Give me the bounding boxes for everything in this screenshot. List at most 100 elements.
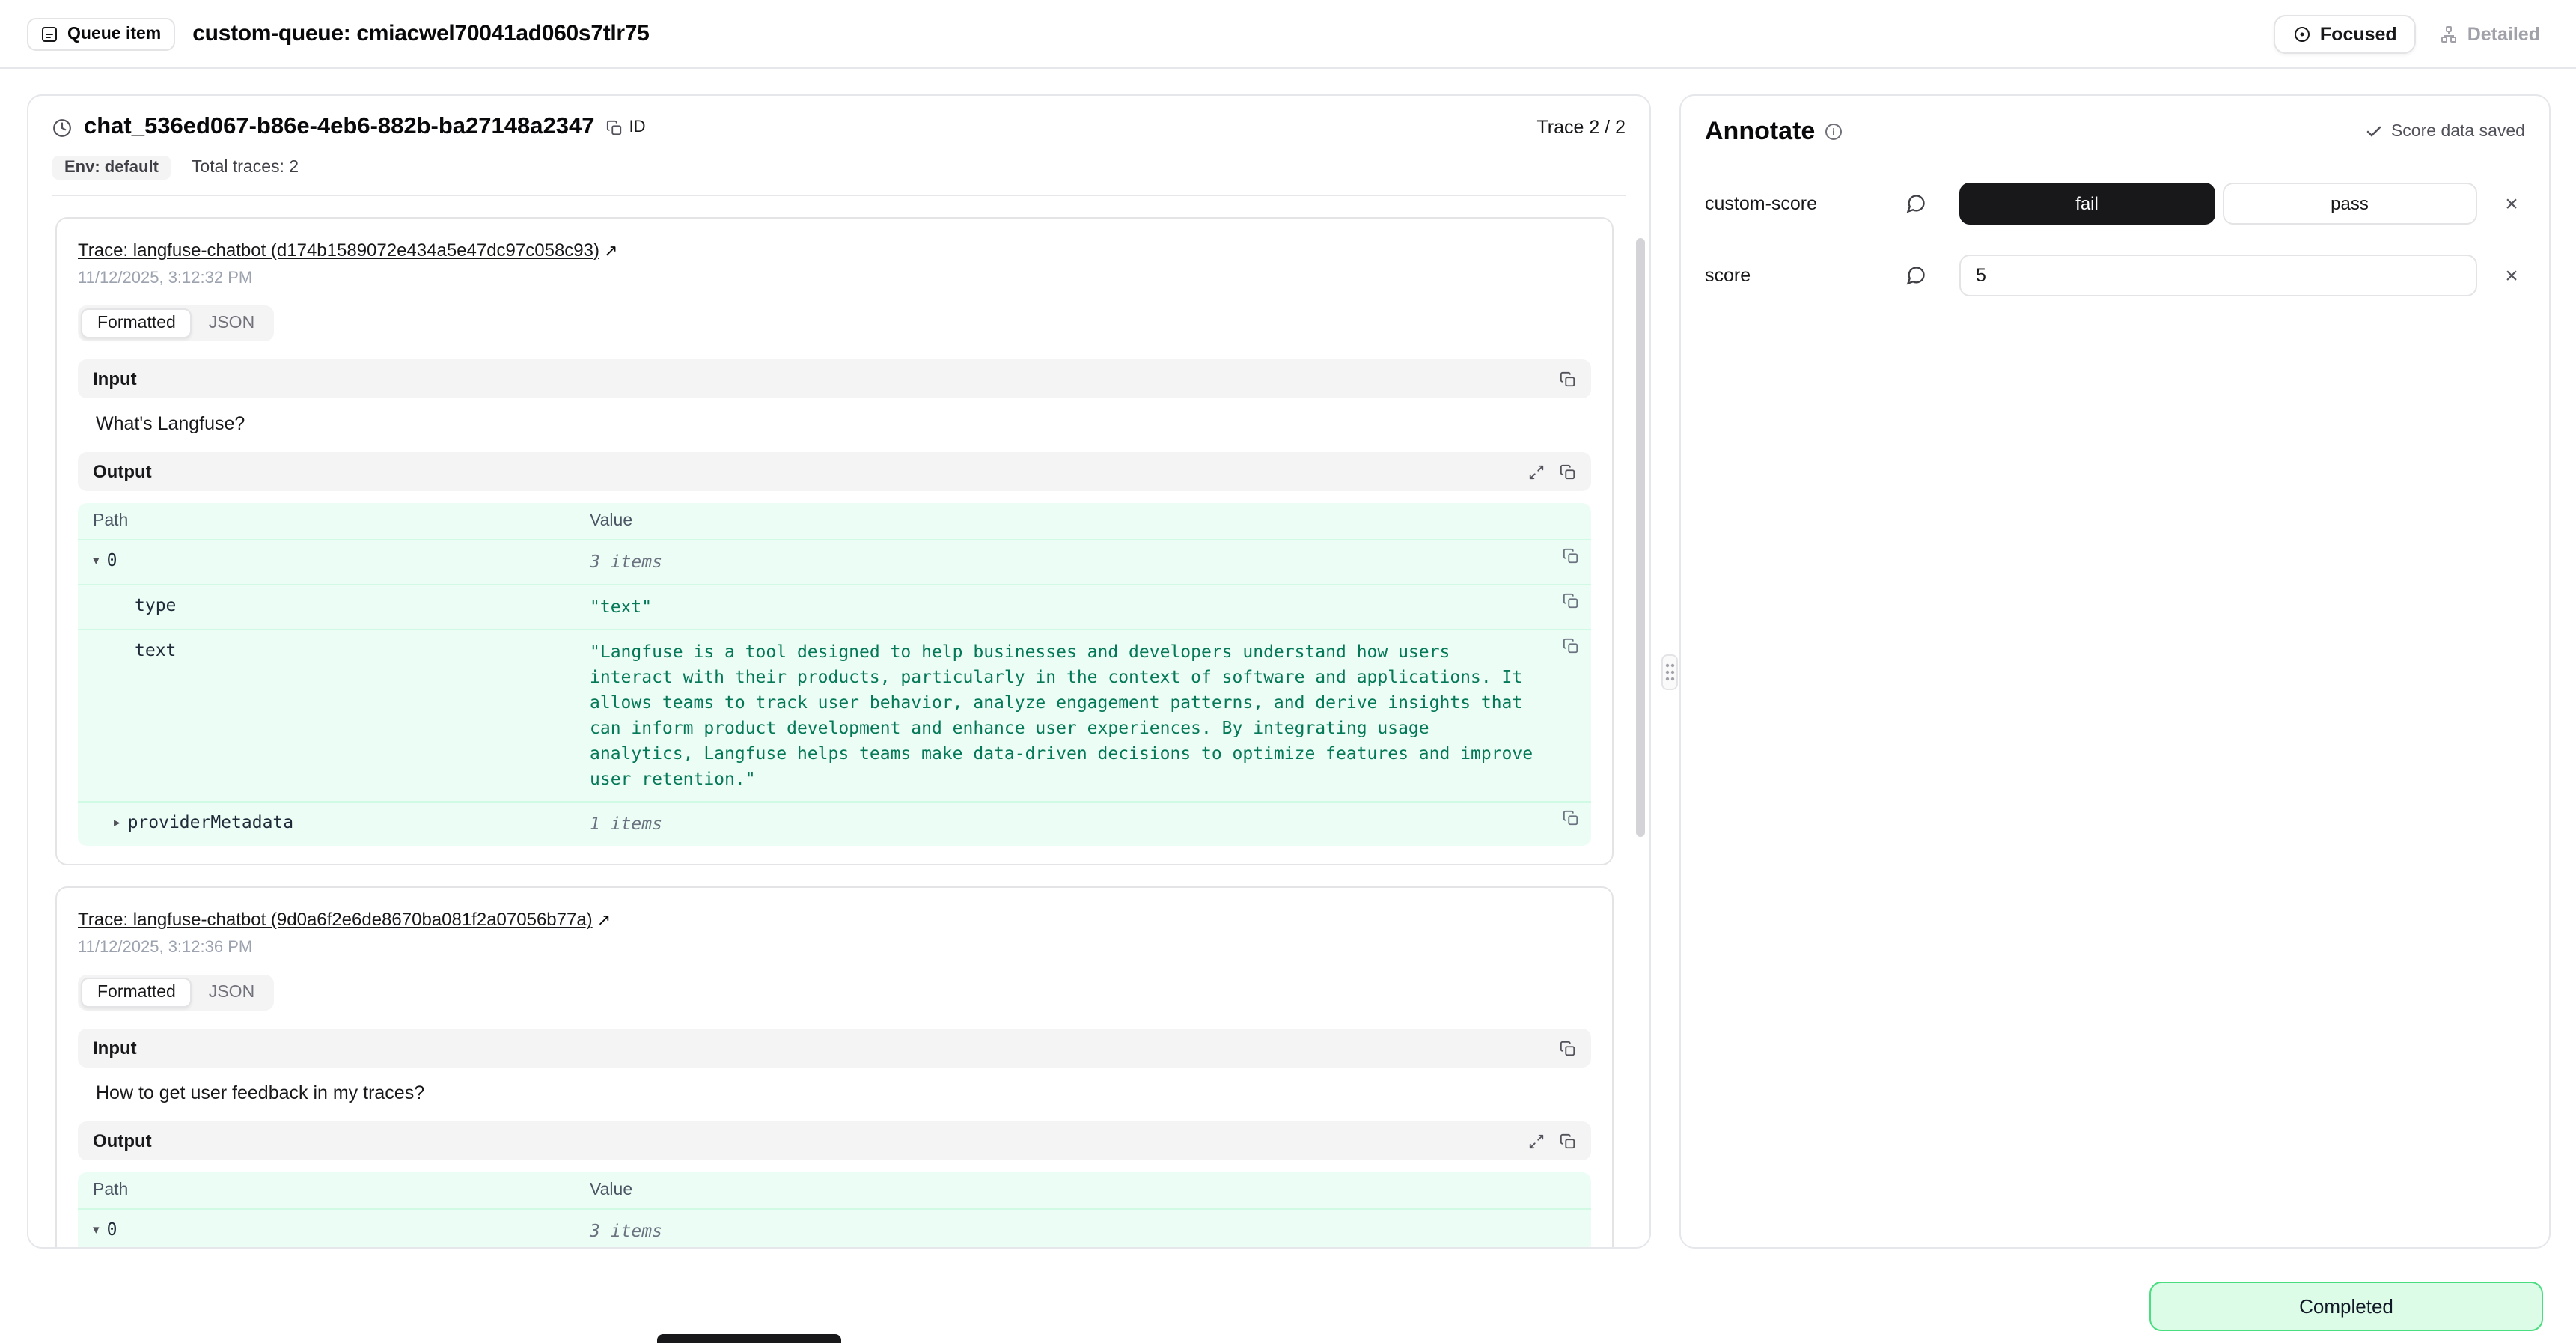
path-column-header: Path — [78, 503, 575, 539]
trace-scroll-area[interactable]: Trace: langfuse-chatbot (d174b1589072e43… — [28, 196, 1649, 1247]
vertical-scrollbar-thumb[interactable] — [1636, 238, 1645, 837]
output-json-table: Path Value ▾ 0 3 items — [78, 1172, 1591, 1247]
output-section-header: Output — [78, 1121, 1591, 1160]
json-row: ▾ 0 3 items — [78, 540, 1591, 585]
input-text: What's Langfuse? — [78, 398, 1591, 449]
value-column-header: Value — [575, 1172, 647, 1208]
json-value: 3 items — [575, 540, 1591, 584]
input-label: Input — [93, 368, 137, 389]
output-label: Output — [93, 461, 152, 482]
focused-view-label: Focused — [2320, 23, 2397, 44]
remove-score-button[interactable]: × — [2498, 192, 2525, 215]
external-link-icon: ↗ — [604, 241, 617, 261]
json-value: 3 items — [575, 1210, 1591, 1247]
chevron-down-icon[interactable]: ▾ — [93, 549, 100, 570]
output-json-table: Path Value ▾0 3 items type "text" te — [78, 503, 1591, 846]
view-toggle: Focused Detailed — [2274, 14, 2549, 53]
trace-card: Trace: langfuse-chatbot (d174b1589072e43… — [55, 217, 1614, 865]
grip-dots-icon — [1664, 662, 1675, 683]
tab-json[interactable]: JSON — [192, 978, 271, 1008]
completed-button[interactable]: Completed — [2149, 1282, 2543, 1331]
focused-view-button[interactable]: Focused — [2274, 14, 2417, 53]
input-section-header: Input — [78, 1029, 1591, 1068]
score-label: score — [1705, 265, 1905, 286]
panel-resize-handle[interactable] — [1661, 654, 1678, 690]
copy-row-button[interactable] — [1563, 593, 1579, 609]
score-row: custom-score fail pass × — [1705, 183, 2525, 225]
output-section-header: Output — [78, 452, 1591, 491]
save-status-label: Score data saved — [2391, 123, 2525, 141]
score-value-input[interactable] — [1959, 255, 2477, 296]
score-option-pass[interactable]: pass — [2222, 183, 2477, 225]
score-row: score × — [1705, 255, 2525, 296]
value-column-header: Value — [575, 503, 647, 539]
copy-id-button[interactable]: ID — [606, 118, 645, 136]
score-label: custom-score — [1705, 193, 1905, 214]
trace-panel: chat_536ed067-b86e-4eb6-882b-ba27148a234… — [27, 94, 1651, 1249]
copy-row-button[interactable] — [1563, 548, 1579, 564]
json-value: "Langfuse is a tool designed to help bus… — [575, 630, 1591, 801]
network-icon — [2441, 25, 2459, 43]
json-table-header: Path Value — [78, 1172, 1591, 1210]
comment-icon[interactable] — [1905, 265, 1959, 286]
copy-output-button[interactable] — [1560, 1133, 1576, 1149]
json-row: text "Langfuse is a tool designed to hel… — [78, 630, 1591, 803]
trace-timestamp: 11/12/2025, 3:12:32 PM — [78, 269, 1591, 287]
trace-panel-header: chat_536ed067-b86e-4eb6-882b-ba27148a234… — [28, 96, 1649, 196]
trace-counter: Trace 2 / 2 — [1536, 117, 1626, 138]
app-root: Queue item custom-queue: cmiacwel70041ad… — [0, 0, 2576, 1343]
copy-input-button[interactable] — [1560, 371, 1576, 387]
copy-row-button[interactable] — [1563, 810, 1579, 826]
copy-row-button[interactable] — [1563, 638, 1579, 654]
copy-input-button[interactable] — [1560, 1040, 1576, 1056]
page-title: custom-queue: cmiacwel70041ad060s7tlr75 — [192, 21, 649, 46]
format-tabs: Formatted JSON — [78, 975, 274, 1011]
copy-output-button[interactable] — [1560, 463, 1576, 480]
json-key: type — [135, 594, 176, 615]
tab-formatted[interactable]: Formatted — [81, 978, 192, 1008]
trace-link[interactable]: Trace: langfuse-chatbot (d174b1589072e43… — [78, 240, 599, 261]
json-key: 0 — [107, 1219, 117, 1240]
chevron-right-icon[interactable]: ▸ — [114, 811, 120, 832]
top-bar-left: Queue item custom-queue: cmiacwel70041ad… — [27, 17, 650, 50]
queue-item-icon — [40, 25, 58, 43]
score-option-group: fail pass — [1959, 183, 2477, 225]
copy-icon — [606, 119, 623, 135]
chevron-down-icon[interactable]: ▾ — [93, 1219, 100, 1240]
expand-output-button[interactable] — [1528, 463, 1545, 480]
path-column-header: Path — [78, 1172, 575, 1208]
json-table-header: Path Value — [78, 503, 1591, 540]
input-section-header: Input — [78, 359, 1591, 398]
bottom-bar — [657, 1334, 841, 1343]
json-key: text — [135, 639, 176, 660]
expand-output-button[interactable] — [1528, 1133, 1545, 1149]
target-icon — [2293, 25, 2311, 43]
check-icon — [2366, 123, 2384, 141]
env-badge: Env: default — [52, 156, 171, 180]
output-label: Output — [93, 1130, 152, 1151]
info-icon[interactable] — [1824, 123, 1842, 141]
trace-timestamp: 11/12/2025, 3:12:36 PM — [78, 939, 1591, 957]
score-option-fail[interactable]: fail — [1959, 183, 2215, 225]
json-key: 0 — [107, 549, 117, 570]
queue-item-label: Queue item — [67, 25, 161, 43]
remove-score-button[interactable]: × — [2498, 264, 2525, 287]
tab-formatted[interactable]: Formatted — [81, 308, 192, 338]
comment-icon[interactable] — [1905, 193, 1959, 214]
tab-json[interactable]: JSON — [192, 308, 271, 338]
annotate-panel: Annotate Score data saved custom-score f… — [1679, 94, 2551, 1249]
input-text: How to get user feedback in my traces? — [78, 1068, 1591, 1118]
session-title: chat_536ed067-b86e-4eb6-882b-ba27148a234… — [84, 114, 594, 141]
json-row: ▾ 0 3 items — [78, 1210, 1591, 1247]
detailed-view-button[interactable]: Detailed — [2432, 16, 2549, 52]
json-key: providerMetadata — [128, 811, 294, 832]
save-status: Score data saved — [2366, 123, 2525, 141]
top-bar: Queue item custom-queue: cmiacwel70041ad… — [0, 0, 2576, 69]
detailed-view-label: Detailed — [2467, 23, 2540, 44]
json-row: ▸providerMetadata 1 items — [78, 803, 1591, 846]
annotate-title: Annotate — [1705, 117, 1815, 147]
trace-link[interactable]: Trace: langfuse-chatbot (9d0a6f2e6de8670… — [78, 909, 593, 930]
clock-icon — [52, 118, 72, 137]
trace-card: Trace: langfuse-chatbot (9d0a6f2e6de8670… — [55, 886, 1614, 1247]
external-link-icon: ↗ — [597, 910, 611, 930]
